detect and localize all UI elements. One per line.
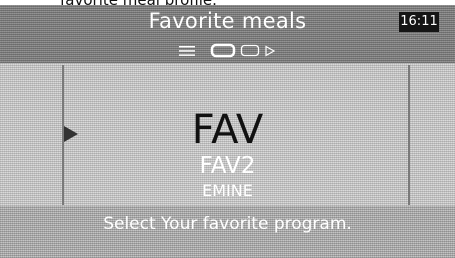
device-screen: Favorite meals 16:11 FAV FAV2 EMINE Sele… xyxy=(0,5,455,258)
page: favorite meal profile. Favorite meals 16… xyxy=(0,0,455,258)
selected-program[interactable]: FAV xyxy=(0,108,455,152)
play-icon[interactable] xyxy=(264,45,276,57)
menu-icon[interactable] xyxy=(178,45,196,57)
instruction-text: Select Your favorite program. xyxy=(103,214,352,234)
program-option[interactable]: EMINE xyxy=(0,181,455,201)
header-bar: Favorite meals 16:11 xyxy=(0,5,455,63)
clock-display: 16:11 xyxy=(399,12,439,32)
page-title: Favorite meals xyxy=(148,9,307,33)
tray-icon[interactable] xyxy=(240,44,260,57)
mode-icons xyxy=(0,42,455,58)
program-option[interactable]: FAV2 xyxy=(0,153,455,179)
oven-icon[interactable] xyxy=(210,43,236,58)
